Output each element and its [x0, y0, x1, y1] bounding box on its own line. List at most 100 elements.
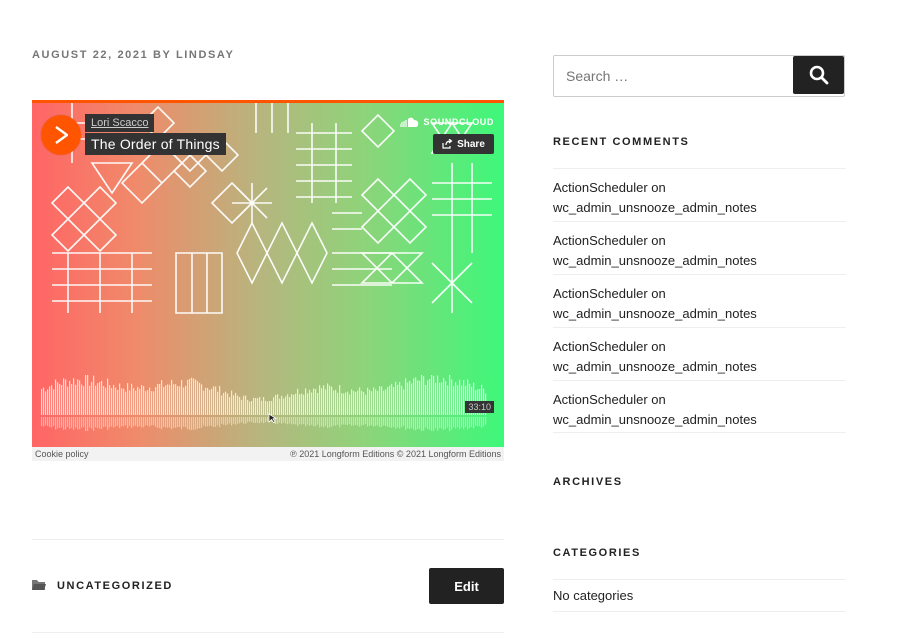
recent-comment-item: ActionScheduler onwc_admin_unsnooze_admi…: [553, 327, 846, 380]
comment-author-link[interactable]: ActionScheduler: [553, 286, 648, 301]
post-author[interactable]: LINDSAY: [176, 49, 234, 61]
waveform-bar: [287, 394, 288, 415]
waveform-reflection: [199, 417, 200, 428]
waveform-reflection: [223, 417, 224, 425]
category-item: No categories: [553, 579, 846, 612]
waveform-bar: [361, 391, 362, 415]
waveform-reflection: [63, 417, 64, 430]
waveform-reflection: [365, 417, 366, 424]
edit-button[interactable]: Edit: [429, 568, 504, 604]
artist-link[interactable]: Lori Scacco: [85, 114, 154, 132]
waveform-reflection: [483, 417, 484, 426]
waveform-bar: [185, 386, 186, 415]
waveform-reflection: [169, 417, 170, 428]
waveform-reflection: [137, 417, 138, 427]
waveform-reflection: [205, 417, 206, 427]
waveform-bar: [227, 394, 228, 415]
waveform-reflection: [179, 417, 180, 427]
waveform-reflection: [293, 417, 294, 424]
comment-post-link[interactable]: wc_admin_unsnooze_admin_notes: [553, 412, 757, 427]
waveform-bar: [241, 400, 242, 415]
waveform-bar: [345, 393, 346, 415]
waveform-reflection: [425, 417, 426, 427]
waveform-bar: [205, 388, 206, 415]
waveform-reflection: [443, 417, 444, 430]
waveform-reflection: [189, 417, 190, 430]
share-button[interactable]: Share: [433, 134, 494, 154]
comment-author-link[interactable]: ActionScheduler: [553, 180, 648, 195]
waveform-reflection: [59, 417, 60, 428]
recent-comment-item: ActionScheduler onwc_admin_unsnooze_admi…: [553, 380, 846, 433]
waveform-bar: [101, 381, 102, 415]
waveform-bar: [375, 389, 376, 415]
waveform-bar: [253, 398, 254, 415]
comment-post-link[interactable]: wc_admin_unsnooze_admin_notes: [553, 200, 757, 215]
comment-post-link[interactable]: wc_admin_unsnooze_admin_notes: [553, 253, 757, 268]
waveform-reflection: [191, 417, 192, 430]
waveform-bar: [231, 391, 232, 415]
waveform-bar: [157, 384, 158, 415]
waveform-bar: [173, 384, 174, 415]
copyright-text: ℗ 2021 Longform Editions © 2021 Longform…: [290, 449, 501, 459]
waveform-scrubber[interactable]: [41, 373, 491, 431]
waveform-reflection: [245, 417, 246, 424]
recent-comment-item: ActionScheduler onwc_admin_unsnooze_admi…: [553, 274, 846, 327]
track-title-link[interactable]: The Order of Things: [85, 133, 226, 155]
waveform-reflection: [377, 417, 378, 425]
waveform-bar: [365, 395, 366, 415]
waveform-bar: [97, 383, 98, 415]
comment-post-link[interactable]: wc_admin_unsnooze_admin_notes: [553, 306, 757, 321]
waveform-reflection: [61, 417, 62, 428]
waveform-bar: [333, 391, 334, 415]
waveform-bar: [67, 387, 68, 415]
category-link[interactable]: UNCATEGORIZED: [57, 580, 173, 592]
waveform-bar: [183, 387, 184, 415]
waveform-reflection: [431, 417, 432, 431]
track-artwork[interactable]: Lori Scacco The Order of Things SOUNDCLO…: [32, 103, 504, 447]
waveform-reflection: [353, 417, 354, 425]
comment-post-link[interactable]: wc_admin_unsnooze_admin_notes: [553, 359, 757, 374]
waveform-reflection: [251, 417, 252, 422]
waveform-reflection: [215, 417, 216, 427]
waveform-bar: [47, 389, 48, 415]
waveform-reflection: [405, 417, 406, 430]
waveform-bar: [397, 385, 398, 415]
waveform-reflection: [135, 417, 136, 426]
waveform-reflection: [421, 417, 422, 431]
waveform-reflection: [383, 417, 384, 426]
waveform-reflection: [261, 417, 262, 422]
comment-author-link[interactable]: ActionScheduler: [553, 392, 648, 407]
waveform-reflection: [459, 417, 460, 429]
recent-comment-item: ActionScheduler onwc_admin_unsnooze_admi…: [553, 221, 846, 274]
waveform-reflection: [407, 417, 408, 428]
waveform-reflection: [375, 417, 376, 426]
search-button[interactable]: [793, 56, 844, 94]
player-footer: Cookie policy ℗ 2021 Longform Editions ©…: [32, 447, 504, 461]
waveform-reflection: [129, 417, 130, 426]
waveform-bar: [229, 397, 230, 415]
waveform-bar: [105, 388, 106, 415]
waveform-reflection: [337, 417, 338, 425]
folder-icon: [32, 579, 46, 591]
waveform-reflection: [385, 417, 386, 426]
waveform-reflection: [229, 417, 230, 423]
waveform-bar: [429, 379, 430, 415]
cookie-policy-link[interactable]: Cookie policy: [35, 449, 89, 459]
waveform-reflection: [295, 417, 296, 424]
comment-author-link[interactable]: ActionScheduler: [553, 233, 648, 248]
waveform-bar: [61, 385, 62, 415]
soundcloud-logo[interactable]: SOUNDCLOUD: [400, 117, 495, 127]
waveform-bar: [285, 396, 286, 415]
waveform-bar: [265, 401, 266, 415]
waveform-reflection: [163, 417, 164, 427]
comment-author-link[interactable]: ActionScheduler: [553, 339, 648, 354]
waveform-reflection: [185, 417, 186, 427]
waveform-bar: [377, 391, 378, 415]
archives-title: ARCHIVES: [553, 476, 623, 488]
post-date[interactable]: AUGUST 22, 2021: [32, 49, 148, 61]
waveform-bar: [203, 391, 204, 415]
waveform-reflection: [45, 417, 46, 425]
waveform-bar: [445, 381, 446, 415]
waveform-bar: [417, 381, 418, 415]
play-button[interactable]: [41, 115, 81, 155]
